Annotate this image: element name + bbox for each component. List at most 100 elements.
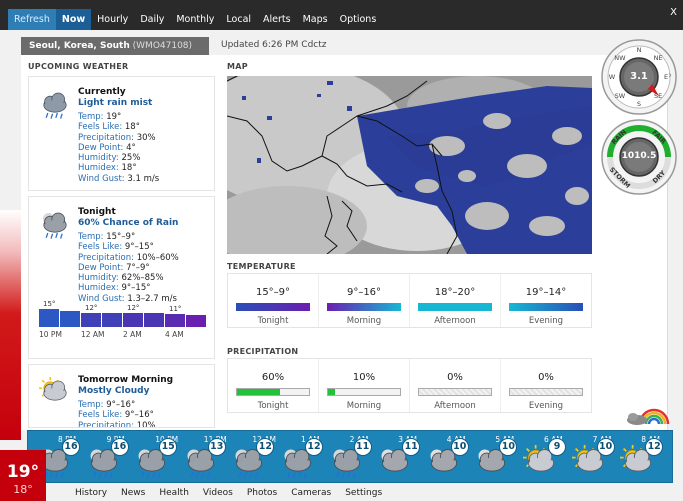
detail-value: 18° (122, 122, 140, 133)
wind-speed-value: 3.1 (630, 71, 648, 82)
current-temp: 19° (6, 462, 40, 482)
compass-label-nw: NW (614, 53, 626, 62)
tab-local[interactable]: Local (220, 9, 257, 30)
hourly-item[interactable]: 12 AM12 (230, 431, 278, 484)
detail-value: 4° (123, 142, 136, 153)
hourly-temp: 12 (305, 438, 323, 456)
bottom-nav-photos[interactable]: Photos (247, 488, 277, 498)
bar-value-label: 12° (127, 303, 140, 312)
detail-label: Humidity: (78, 153, 119, 164)
bottom-nav-history[interactable]: History (75, 488, 107, 498)
temp-range: 19°–14° (525, 287, 567, 298)
radar-map[interactable] (227, 76, 592, 254)
upcoming-weather-heading: UPCOMING WEATHER (28, 62, 129, 71)
precip-value: 10% (352, 372, 376, 383)
close-button[interactable]: X (670, 7, 677, 18)
temp-range: 9°–16° (346, 287, 382, 298)
bottom-nav-cameras[interactable]: Cameras (291, 488, 331, 498)
forecast-condition: 60% Chance of Rain (78, 218, 179, 228)
wind-compass[interactable]: N NE E SE S SW W NW 3.1 (600, 38, 678, 116)
hourly-item[interactable]: 10 PM15 (133, 431, 181, 484)
detail-row: Temp: 19° (78, 112, 159, 122)
temp-range: 18°–20° (434, 287, 476, 298)
hourly-item[interactable]: 4 AM10 (425, 431, 473, 484)
forecast-card-currently[interactable]: Currently Light rain mist Temp: 19° Feels L… (28, 76, 215, 191)
hourly-item[interactable]: 3 AM11 (376, 431, 424, 484)
rainbow-graphic (627, 408, 670, 425)
precipitation-heading: PRECIPITATION (227, 347, 299, 356)
hourly-item[interactable]: 6 AM9 (522, 431, 570, 484)
tab-options[interactable]: Options (334, 9, 383, 30)
forecast-card-tomorrow[interactable]: Tomorrow Morning Mostly Cloudy Temp: 9°–16… (28, 364, 215, 428)
hourly-temp: 10 (596, 438, 615, 456)
temp-range-bar (418, 303, 492, 311)
detail-row: Temp: 9°–16° (78, 400, 156, 410)
forecast-condition: Light rain mist (78, 98, 153, 108)
detail-label: Dew Point: (78, 262, 124, 273)
hourly-temp: 10 (450, 438, 469, 456)
pressure-barometer[interactable]: RAIN FAIR DRY STORM 1010.5 (600, 118, 678, 196)
temperature-heading: TEMPERATURE (227, 262, 296, 271)
tab-refresh[interactable]: Refresh (8, 9, 56, 30)
hourly-temp: 13 (207, 438, 226, 456)
hourly-item[interactable]: 5 AM10 (473, 431, 521, 484)
detail-value: 15°–9° (103, 232, 136, 242)
period-label: Tonight (257, 401, 289, 411)
period-label: Evening (528, 401, 564, 411)
location-header: Seoul, Korea, South (WMO47108) (21, 37, 209, 55)
top-nav-bar: Refresh Now Hourly Daily Monthly Local Alerts M… (0, 0, 683, 30)
top-nav-tabs: Refresh Now Hourly Daily Monthly Local Alerts M… (8, 9, 382, 30)
tab-daily[interactable]: Daily (134, 9, 170, 30)
tab-now[interactable]: Now (55, 9, 92, 30)
mostly-cloudy-icon (39, 377, 71, 409)
thermometer-strip (0, 210, 21, 440)
bar-time: 12 AM (81, 330, 105, 339)
detail-label: Precipitation: (78, 132, 134, 143)
bottom-nav-health[interactable]: Health (159, 488, 189, 498)
bottom-nav: History News Health Videos Photos Cameras Sett… (75, 488, 396, 498)
bottom-nav-settings[interactable]: Settings (345, 488, 382, 498)
hourly-temp: 11 (402, 438, 421, 456)
hourly-temp: 12 (256, 438, 275, 456)
detail-row: Precipitation: 30% (78, 133, 159, 143)
temp-range: 15°–9° (255, 287, 291, 298)
period-label: Morning (346, 316, 382, 326)
tab-alerts[interactable]: Alerts (257, 9, 297, 30)
detail-row: Feels Like: 18° (78, 122, 159, 132)
rainbow-icon[interactable] (626, 404, 670, 426)
location-name: Seoul, Korea, South (29, 41, 130, 51)
detail-label: Humidex: (78, 283, 119, 294)
hourly-item[interactable]: 11 PM13 (182, 431, 230, 484)
tab-hourly[interactable]: Hourly (91, 9, 134, 30)
scroll-arrow-icon[interactable]: › (668, 70, 676, 86)
temp-range-bar (327, 303, 401, 311)
hourly-item[interactable]: 9 PM16 (85, 431, 133, 484)
detail-value: 62%–85% (118, 273, 164, 284)
detail-row: Precipitation: 10% (78, 420, 156, 428)
detail-value: 9°–16° (103, 400, 136, 410)
tab-maps[interactable]: Maps (297, 9, 334, 30)
detail-label: Wind Gust: (78, 173, 125, 184)
current-temperature-badge: 19° 18° (0, 450, 46, 501)
tab-monthly[interactable]: Monthly (170, 9, 220, 30)
detail-label: Feels Like: (78, 410, 123, 421)
detail-value: 19° (103, 112, 122, 122)
detail-label: Dew Point: (78, 142, 124, 153)
temperature-table: 15°–9° Tonight 9°–16° Morning 18°–20° Afterno… (227, 273, 592, 328)
forecast-card-tonight[interactable]: Tonight 60% Chance of Rain Temp: 15°–9° Fee… (28, 196, 215, 359)
precip-cell-morning: 10% Morning (318, 359, 409, 412)
hourly-item[interactable]: 2 AM11 (328, 431, 376, 484)
temp-cell-morning: 9°–16° Morning (318, 274, 409, 327)
detail-value: 10%–60% (134, 252, 179, 263)
bottom-nav-videos[interactable]: Videos (203, 488, 233, 498)
temp-bar (186, 315, 206, 327)
detail-value: 30% (134, 132, 156, 143)
detail-value: 10% (134, 420, 156, 428)
hourly-item[interactable]: 1 AM12 (279, 431, 327, 484)
detail-row: Wind Gust: 3.1 m/s (78, 174, 159, 184)
detail-row: Temp: 15°–9° (78, 232, 179, 242)
detail-value: 18° (118, 163, 137, 174)
hourly-item[interactable]: 8 AM12 (619, 431, 667, 484)
bottom-nav-news[interactable]: News (121, 488, 145, 498)
hourly-item[interactable]: 7 AM10 (571, 431, 619, 484)
